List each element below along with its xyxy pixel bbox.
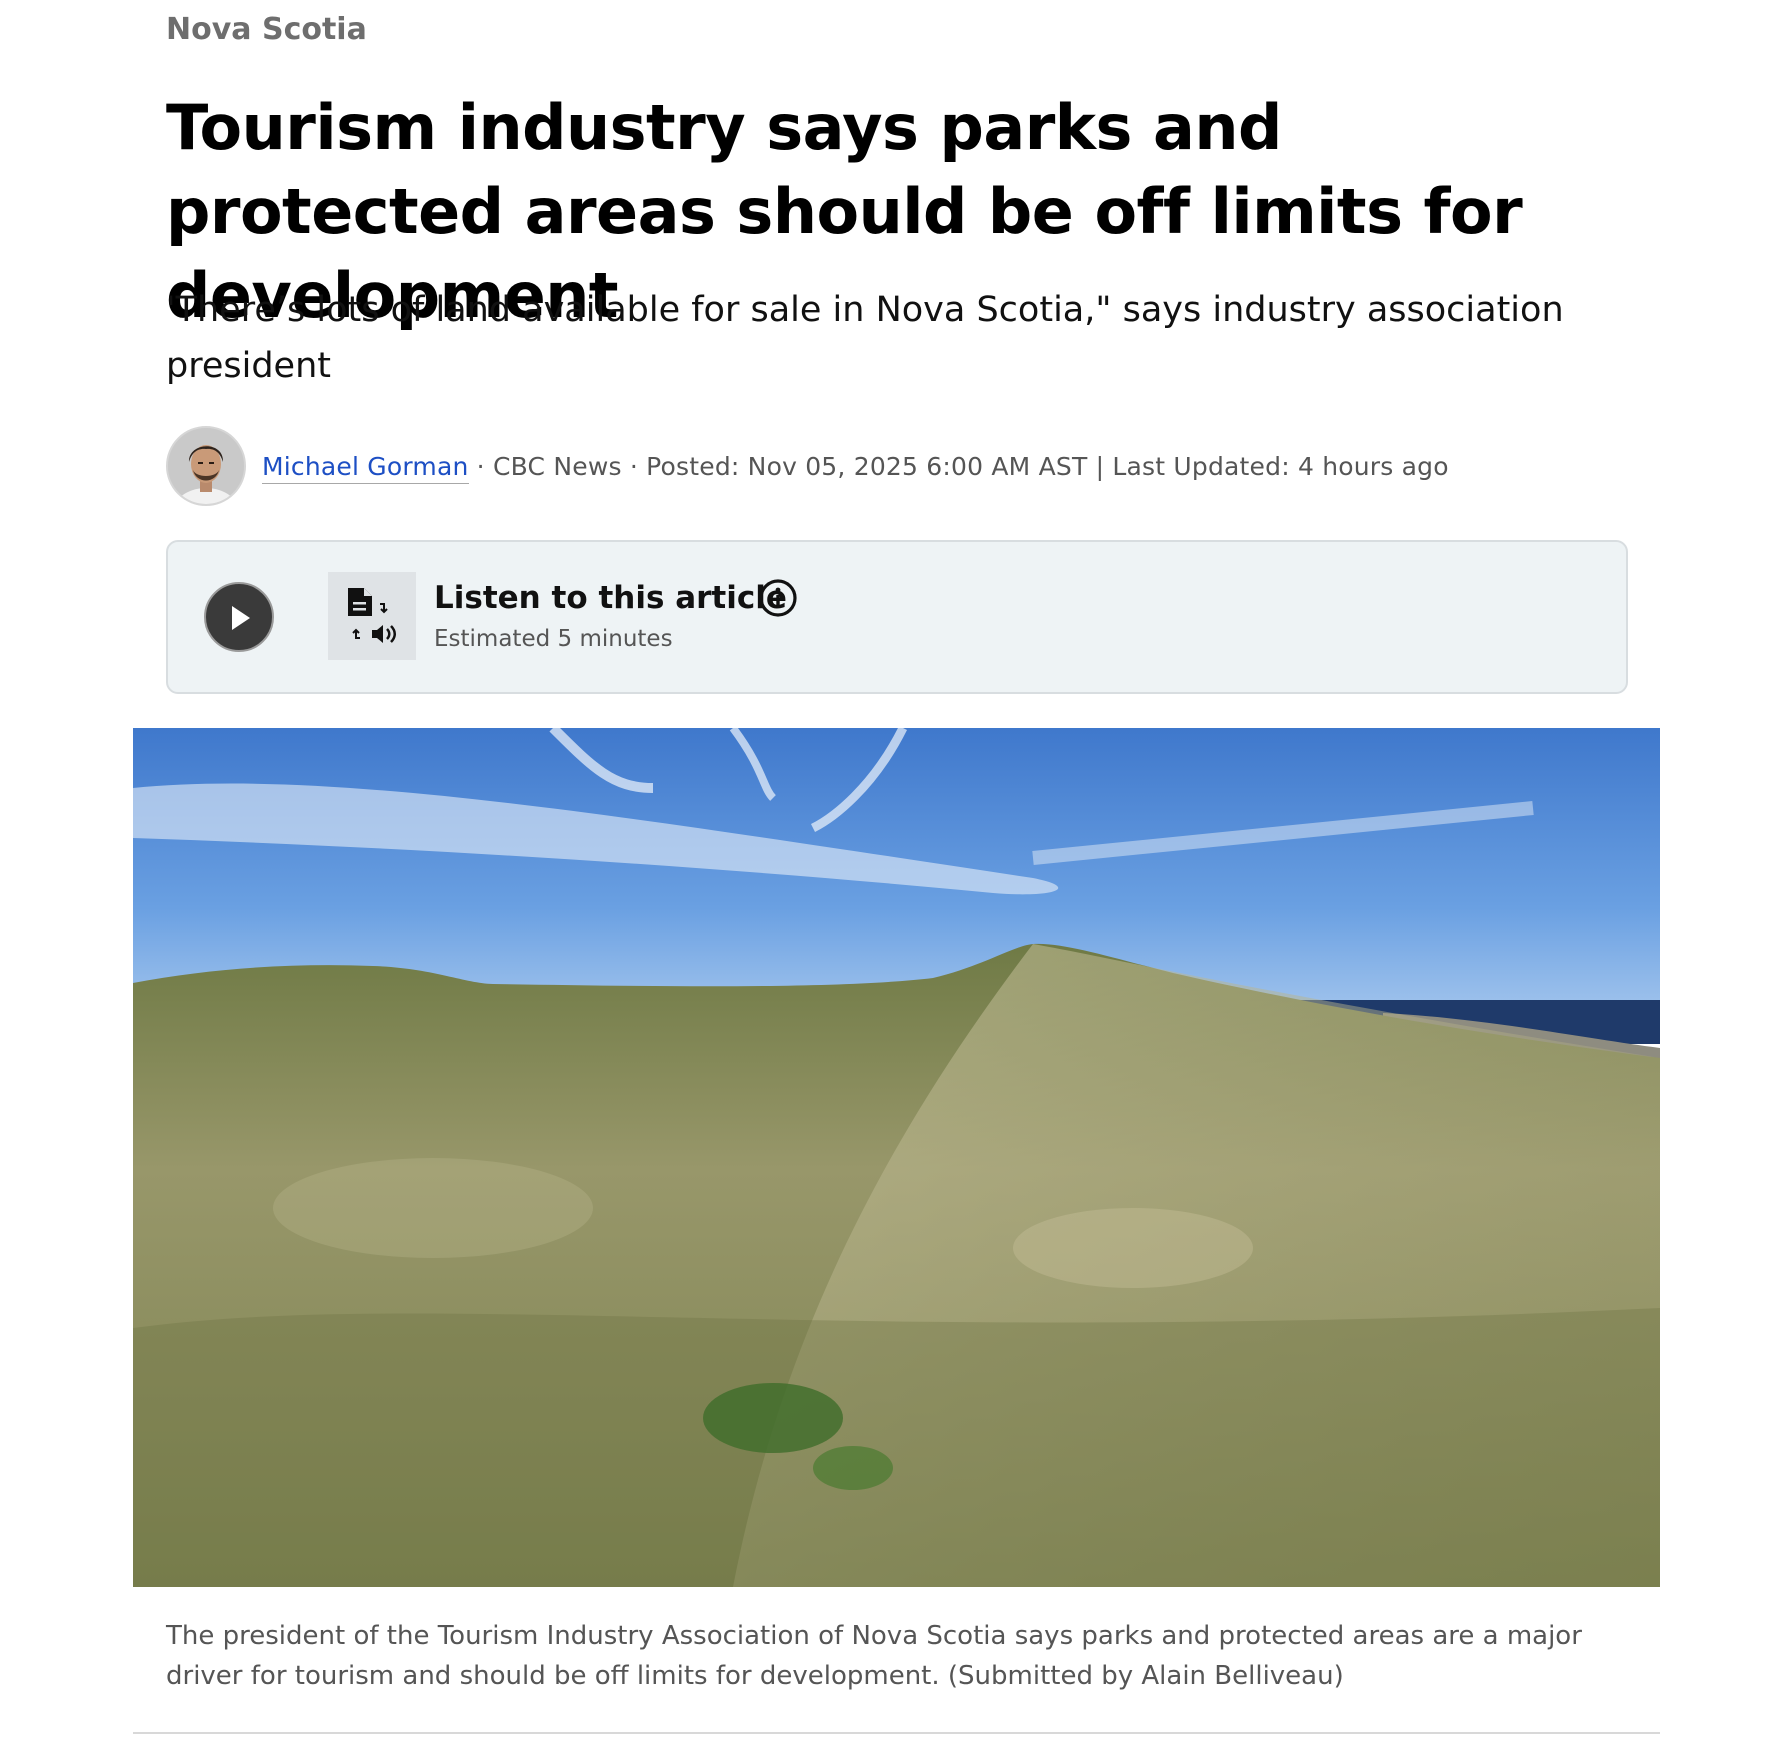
info-icon[interactable]: [758, 578, 798, 618]
byline: Michael Gorman · CBC News · Posted: Nov …: [166, 426, 1449, 506]
listen-to-article-player: Listen to this article Estimated 5 minut…: [166, 540, 1628, 694]
author-avatar[interactable]: [166, 426, 246, 506]
article-dek: 'There’s lots of land available for sale…: [166, 290, 1564, 386]
section-divider: [133, 1732, 1660, 1734]
play-button[interactable]: [204, 582, 274, 652]
document-to-audio-icon: [328, 572, 416, 660]
last-updated: Last Updated: 4 hours ago: [1112, 451, 1449, 481]
listen-duration: Estimated 5 minutes: [434, 626, 673, 652]
byline-meta: Michael Gorman · CBC News · Posted: Nov …: [262, 451, 1449, 484]
play-icon: [232, 606, 250, 630]
author-link[interactable]: Michael Gorman: [262, 451, 469, 484]
photo-caption: The president of the Tourism Industry As…: [166, 1621, 1582, 1691]
byline-separator: |: [1087, 451, 1113, 481]
section-link[interactable]: Nova Scotia: [166, 12, 367, 47]
listen-title: Listen to this article: [434, 580, 787, 616]
posted-date: Posted: Nov 05, 2025 6:00 AM AST: [646, 451, 1088, 481]
byline-outlet: · CBC News ·: [468, 451, 647, 481]
lead-photo: [133, 728, 1660, 1587]
